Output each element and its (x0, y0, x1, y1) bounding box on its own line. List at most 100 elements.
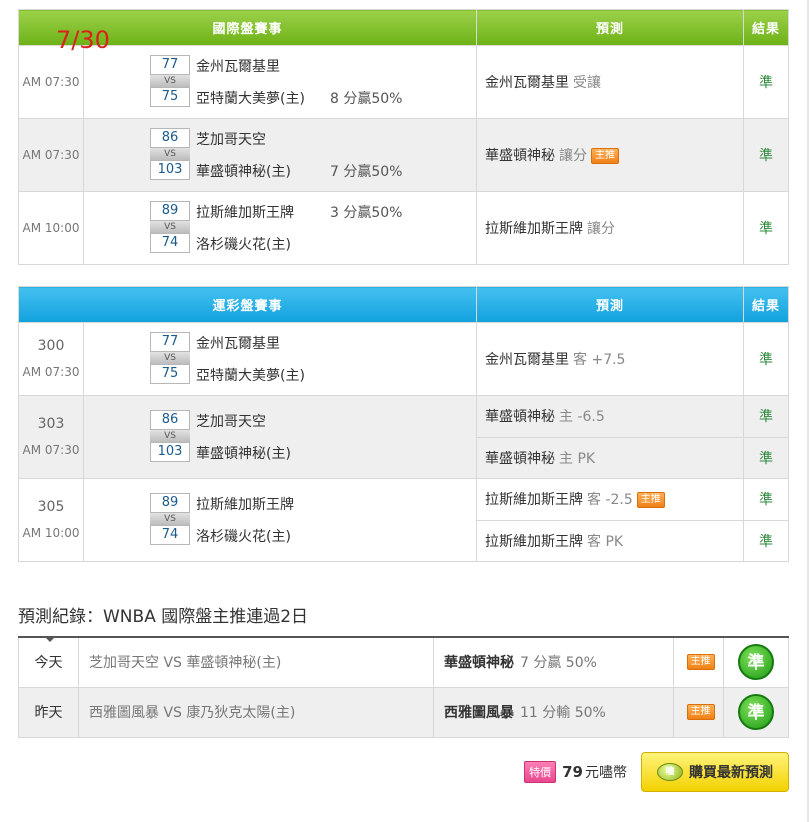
price-currency: 元嚍幣 (585, 765, 627, 781)
game-number: 300 (37, 338, 65, 354)
matchup: 77 VS 75 金州瓦爾基里 亞特蘭大美夢(主) 8 分贏50% (84, 46, 476, 118)
date-overlay: 7/30 (56, 26, 110, 54)
game-time: AM 07:30 (18, 118, 84, 192)
coin-icon: 嚍 (657, 763, 683, 781)
home-team[interactable]: 亞特蘭大美夢(主) (196, 365, 305, 385)
scorebox: 89 VS 74 (150, 493, 190, 545)
prediction-cell: 拉斯維加斯王牌 讓分 (476, 191, 745, 265)
away-score: 77 (150, 55, 190, 75)
sports-games-table: 運彩盤賽事 預測 結果 300 AM 07:30 77 VS 75 金州瓦爾基里 亞特蘭大美… (17, 286, 790, 562)
away-score: 86 (150, 128, 190, 148)
record-title: 預測紀錄：WNBA 國際盤主推連過2日 (18, 607, 309, 627)
home-score: 74 (150, 233, 190, 253)
price: 79 元嚍幣 (562, 762, 627, 782)
match-cell: 86 VS 103 芝加哥天空 華盛頓神秘(主) 7 分贏50% (82, 118, 478, 192)
record-day: 昨天 (18, 686, 79, 738)
away-team[interactable]: 拉斯維加斯王牌 (196, 202, 294, 222)
buy-latest-prediction-button[interactable]: 嚍 購買最新預測 (641, 752, 789, 792)
result-cell: 準 (743, 478, 790, 521)
home-team[interactable]: 華盛頓神秘(主) (196, 161, 291, 181)
intl-result-header: 結果 (743, 9, 790, 46)
vs-label: VS (150, 221, 190, 233)
home-team[interactable]: 洛杉磯火花(主) (196, 234, 291, 254)
record-result-cell: 準 (723, 636, 789, 688)
prediction-cell: 華盛頓神秘主 PK (476, 436, 745, 479)
home-score: 103 (150, 442, 190, 462)
intl-game-row: AM 07:30 77 VS 75 金州瓦爾基里 亞特蘭大美夢(主) 8 分贏50% 金州瓦爾… (18, 45, 790, 119)
prediction-cell: 金州瓦爾基里 受讓 (476, 45, 745, 119)
predicted-team: 拉斯維加斯王牌 (485, 221, 584, 237)
match-cell: 89 VS 74 拉斯維加斯王牌 洛杉磯火花(主) 3 分贏50% (82, 191, 478, 265)
result-cell: 準 (743, 519, 790, 562)
matchup: 89 VS 74 拉斯維加斯王牌 洛杉磯火花(主) 3 分贏50% (84, 192, 476, 264)
intl-games-table: 國際盤賽事 預測 結果 AM 07:30 77 VS 75 金州瓦爾基里 亞特蘭大美夢(主… (17, 9, 790, 265)
home-team[interactable]: 洛杉磯火花(主) (196, 526, 291, 546)
result-cell: 準 (743, 395, 790, 438)
intl-prediction-header: 預測 (476, 9, 745, 46)
matchup: 86 VS 103 芝加哥天空華盛頓神秘(主) (84, 396, 476, 478)
prediction-type: 主 PK (559, 450, 596, 467)
correct-icon: 準 (738, 644, 774, 681)
record-prediction: 華盛頓神秘 7 分贏 50% (433, 636, 674, 688)
away-team[interactable]: 芝加哥天空 (196, 129, 266, 149)
price-amount: 79 (562, 763, 583, 781)
purchase-bar: 特價 79 元嚍幣 嚍 購買最新預測 (524, 752, 789, 792)
record-prediction-result: 7 分贏 50% (520, 655, 597, 672)
buy-button-label: 購買最新預測 (689, 765, 773, 781)
record-predicted-team: 西雅圖風暴 (444, 705, 514, 721)
match-cell: 86 VS 103 芝加哥天空華盛頓神秘(主) (82, 395, 478, 479)
sports-game-row: 305 AM 10:00 89 VS 74 拉斯維加斯王牌 洛杉磯火花(主) 拉斯維加斯王牌客… (18, 478, 790, 562)
game-time: 303 AM 07:30 (18, 395, 84, 479)
prediction-type: 讓分 (587, 221, 616, 237)
predicted-team: 金州瓦爾基里 (485, 75, 570, 91)
prediction-cell: 拉斯維加斯王牌客 PK (476, 519, 745, 562)
game-number: 303 (37, 416, 65, 432)
vs-label: VS (150, 430, 190, 442)
scorebox: 77 VS 75 (150, 332, 190, 384)
record-prediction-result: 11 分輸 50% (520, 705, 606, 721)
record-row: 昨天 西雅圖風暴 VS 康乃狄克太陽(主) 西雅圖風暴 11 分輸 50% 主推 準 (18, 686, 789, 738)
sports-result-header: 結果 (743, 286, 790, 323)
game-time-label: AM 10:00 (22, 526, 80, 540)
game-time: AM 10:00 (18, 191, 84, 265)
prediction-cell: 華盛頓神秘 讓分 主推 (476, 118, 745, 192)
scorebox: 89 VS 74 (150, 201, 190, 253)
away-score: 89 (150, 493, 190, 513)
home-team[interactable]: 亞特蘭大美夢(主) (196, 88, 305, 108)
result-cell: 準 (743, 191, 790, 265)
matchup: 77 VS 75 金州瓦爾基里亞特蘭大美夢(主) (84, 323, 476, 395)
handicap-result: 7 分贏50% (330, 164, 403, 180)
match-cell: 77 VS 75 金州瓦爾基里 亞特蘭大美夢(主) 8 分贏50% (82, 45, 478, 119)
home-score: 74 (150, 525, 190, 545)
away-score: 89 (150, 201, 190, 221)
sports-prediction-header: 預測 (476, 286, 745, 323)
home-score: 103 (150, 160, 190, 180)
record-table: 今天 芝加哥天空 VS 華盛頓神秘(主) 華盛頓神秘 7 分贏 50% 主推準昨天 西雅圖… (18, 636, 789, 738)
sports-game-row: 300 AM 07:30 77 VS 75 金州瓦爾基里 亞特蘭大美夢(主) 金州瓦爾基里客 … (18, 322, 790, 396)
record-row: 今天 芝加哥天空 VS 華盛頓神秘(主) 華盛頓神秘 7 分贏 50% 主推 準 (18, 636, 789, 688)
prediction-type: 讓分 (559, 148, 588, 164)
away-team[interactable]: 拉斯維加斯王牌 (196, 494, 294, 514)
home-score: 75 (150, 364, 190, 384)
scorebox: 77 VS 75 (150, 55, 190, 107)
intl-game-row: AM 07:30 86 VS 103 芝加哥天空 華盛頓神秘(主) 7 分贏50% 華盛頓神秘… (18, 118, 790, 192)
away-score: 77 (150, 332, 190, 352)
match-cell: 77 VS 75 金州瓦爾基里亞特蘭大美夢(主) (82, 322, 478, 396)
record-result-cell: 準 (723, 686, 789, 738)
away-score: 86 (150, 410, 190, 430)
away-team[interactable]: 金州瓦爾基里 (196, 333, 280, 353)
record-badge-cell: 主推 (673, 636, 724, 688)
main-pick-badge: 主推 (591, 148, 620, 164)
game-time: 305 AM 10:00 (18, 478, 84, 562)
away-team[interactable]: 芝加哥天空 (196, 411, 266, 431)
away-team[interactable]: 金州瓦爾基里 (196, 56, 280, 76)
home-team[interactable]: 華盛頓神秘(主) (196, 443, 291, 463)
record-matchup[interactable]: 芝加哥天空 VS 華盛頓神秘(主) (78, 636, 434, 688)
prediction-cell: 拉斯維加斯王牌客 -2.5 主推 (476, 478, 745, 521)
predicted-team: 華盛頓神秘 (485, 450, 556, 467)
predicted-team: 金州瓦爾基里 (485, 352, 570, 368)
result-cell: 準 (743, 118, 790, 192)
prediction-type: 客 +7.5 (573, 352, 626, 368)
matchup: 89 VS 74 拉斯維加斯王牌 洛杉磯火花(主) (84, 479, 476, 561)
record-matchup[interactable]: 西雅圖風暴 VS 康乃狄克太陽(主) (78, 686, 434, 738)
